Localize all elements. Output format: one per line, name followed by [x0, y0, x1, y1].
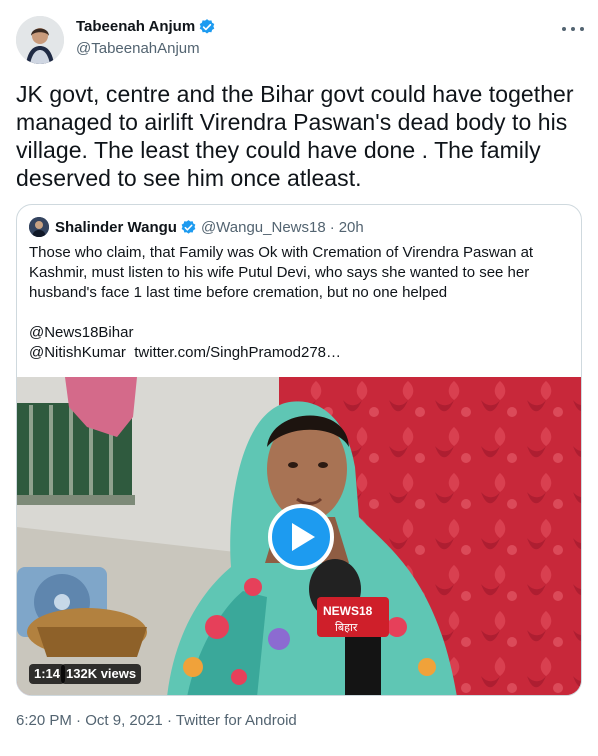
- quoted-author-avatar[interactable]: [29, 217, 49, 237]
- author-handle[interactable]: @TabeenahAnjum: [76, 39, 216, 59]
- author-info: Tabeenah Anjum @TabeenahAnjum: [76, 17, 216, 59]
- tweet: Tabeenah Anjum @TabeenahAnjum JK govt, c…: [0, 0, 598, 756]
- quoted-tweet-text-block: Those who claim, that Family was Ok with…: [29, 243, 574, 363]
- verified-badge-icon: [198, 18, 216, 36]
- video-views-badge: 132K views: [61, 664, 142, 684]
- play-icon: [292, 523, 315, 551]
- quoted-tweet-text: Those who claim, that Family was Ok with…: [29, 244, 534, 301]
- video-duration-badge: 1:14: [29, 664, 66, 684]
- quoted-author-name[interactable]: Shalinder Wangu: [55, 219, 177, 236]
- author-avatar[interactable]: [16, 16, 64, 64]
- tweet-date[interactable]: Oct 9, 2021: [85, 712, 163, 729]
- quoted-separator: ·: [329, 218, 335, 236]
- tweet-metadata: 6:20 PM · Oct 9, 2021 · Twitter for Andr…: [16, 711, 297, 731]
- more-options-icon[interactable]: [562, 22, 584, 36]
- mic-sub-label: बिहार: [335, 621, 358, 634]
- meta-separator: ·: [166, 712, 172, 729]
- meta-separator: ·: [76, 712, 82, 729]
- quoted-tweet-header: Shalinder Wangu @Wangu_News18 · 20h: [29, 217, 364, 237]
- quoted-verified-badge-icon: [180, 219, 197, 236]
- quoted-tweet[interactable]: Shalinder Wangu @Wangu_News18 · 20h Thos…: [16, 204, 582, 696]
- tweet-source[interactable]: Twitter for Android: [176, 712, 297, 729]
- quoted-mentions-line: @NitishKumar twitter.com/SinghPramod278…: [29, 343, 574, 363]
- tweet-text: JK govt, centre and the Bihar govt could…: [16, 81, 574, 191]
- video-player[interactable]: NEWS18 बिहार 1:14 132K views: [17, 377, 581, 695]
- play-button[interactable]: [268, 504, 334, 570]
- quoted-link[interactable]: twitter.com/SinghPramod278…: [134, 344, 341, 361]
- mic-brand-label: NEWS18: [323, 604, 373, 618]
- tweet-timestamp[interactable]: 6:20 PM: [16, 712, 72, 729]
- quoted-mention-news18bihar[interactable]: @News18Bihar: [29, 323, 574, 343]
- author-display-name[interactable]: Tabeenah Anjum: [76, 17, 195, 37]
- quoted-author-handle[interactable]: @Wangu_News18: [201, 219, 326, 236]
- quoted-mention-nitishkumar[interactable]: @NitishKumar: [29, 344, 126, 361]
- quoted-timestamp[interactable]: 20h: [339, 219, 364, 236]
